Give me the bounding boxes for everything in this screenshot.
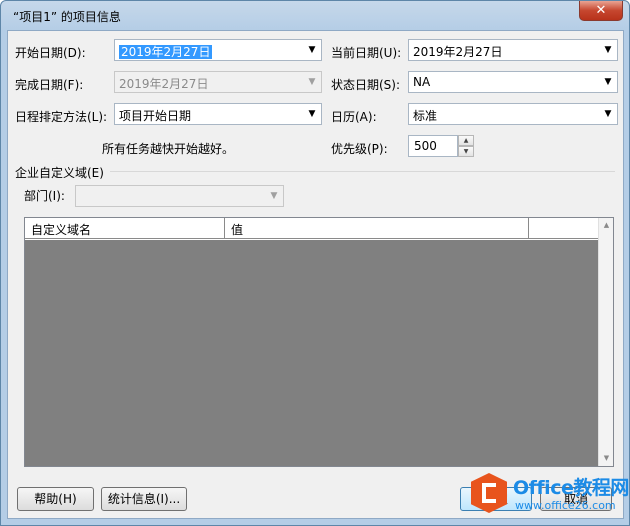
column-divider[interactable] <box>528 218 529 239</box>
scroll-down-icon[interactable]: ▼ <box>599 451 614 466</box>
start-date-label: 开始日期(D): <box>15 46 86 60</box>
watermark: Office教程网 www.office26.com <box>457 469 629 519</box>
column-header-field-name[interactable]: 自定义域名 <box>31 221 91 238</box>
custom-fields-table[interactable]: 自定义域名 值 ▲ ▼ <box>24 217 614 467</box>
status-date-combo[interactable]: NA ▼ <box>408 71 618 93</box>
priority-input[interactable]: 500 <box>408 135 458 157</box>
current-date-label: 当前日期(U): <box>331 46 402 60</box>
vertical-scrollbar[interactable]: ▲ ▼ <box>598 218 613 466</box>
office-logo-icon <box>471 473 507 513</box>
schedule-from-label: 日程排定方法(L): <box>15 110 108 124</box>
priority-stepper[interactable]: ▲ ▼ <box>458 135 474 157</box>
dialog-window: “项目1” 的项目信息 ✕ 开始日期(D): 2019年2月27日 ▼ 当前日期… <box>0 0 630 526</box>
schedule-from-value: 项目开始日期 <box>119 109 192 123</box>
finish-date-label: 完成日期(F): <box>15 78 84 92</box>
statistics-button[interactable]: 统计信息(I)... <box>101 487 187 511</box>
priority-label: 优先级(P): <box>331 142 388 156</box>
column-divider[interactable] <box>224 218 225 239</box>
start-date-value: 2019年2月27日 <box>119 45 213 59</box>
help-button[interactable]: 帮助(H) <box>17 487 94 511</box>
section-divider <box>110 171 615 172</box>
chevron-down-icon: ▼ <box>308 77 316 87</box>
chevron-down-icon[interactable]: ▼ <box>599 40 617 60</box>
scroll-up-icon[interactable]: ▲ <box>599 218 614 233</box>
spin-down-icon[interactable]: ▼ <box>458 146 474 157</box>
calendar-combo[interactable]: 标准 ▼ <box>408 103 618 125</box>
current-date-combo[interactable]: 2019年2月27日 ▼ <box>408 39 618 61</box>
chevron-down-icon[interactable]: ▼ <box>599 72 617 92</box>
finish-date-value: 2019年2月27日 <box>119 77 209 91</box>
close-button[interactable]: ✕ <box>579 1 623 21</box>
chevron-down-icon: ▼ <box>270 191 278 201</box>
chevron-down-icon[interactable]: ▼ <box>303 40 321 60</box>
current-date-value: 2019年2月27日 <box>413 45 503 59</box>
dialog-title: “项目1” 的项目信息 <box>13 10 121 24</box>
chevron-down-icon[interactable]: ▼ <box>599 104 617 124</box>
department-combo: ▼ <box>75 185 284 207</box>
department-label: 部门(I): <box>24 189 65 203</box>
finish-date-combo: 2019年2月27日 ▼ <box>114 71 322 93</box>
calendar-value: 标准 <box>413 109 438 123</box>
watermark-brand: Office教程网 <box>513 477 629 499</box>
status-date-label: 状态日期(S): <box>331 78 401 92</box>
priority-value: 500 <box>414 139 437 153</box>
title-bar: “项目1” 的项目信息 ✕ <box>1 1 629 29</box>
schedule-from-combo[interactable]: 项目开始日期 ▼ <box>114 103 322 125</box>
enterprise-section-label: 企业自定义域(E) <box>15 166 104 180</box>
start-date-combo[interactable]: 2019年2月27日 ▼ <box>114 39 322 61</box>
calendar-label: 日历(A): <box>331 110 377 124</box>
table-body[interactable] <box>25 240 599 466</box>
table-header: 自定义域名 值 <box>25 218 599 239</box>
chevron-down-icon[interactable]: ▼ <box>303 104 321 124</box>
dialog-client: 开始日期(D): 2019年2月27日 ▼ 当前日期(U): 2019年2月27… <box>7 30 624 519</box>
schedule-hint: 所有任务越快开始越好。 <box>102 142 235 156</box>
spin-up-icon[interactable]: ▲ <box>458 135 474 146</box>
column-header-value[interactable]: 值 <box>231 221 243 238</box>
status-date-value: NA <box>413 75 431 89</box>
watermark-url: www.office26.com <box>515 499 616 512</box>
